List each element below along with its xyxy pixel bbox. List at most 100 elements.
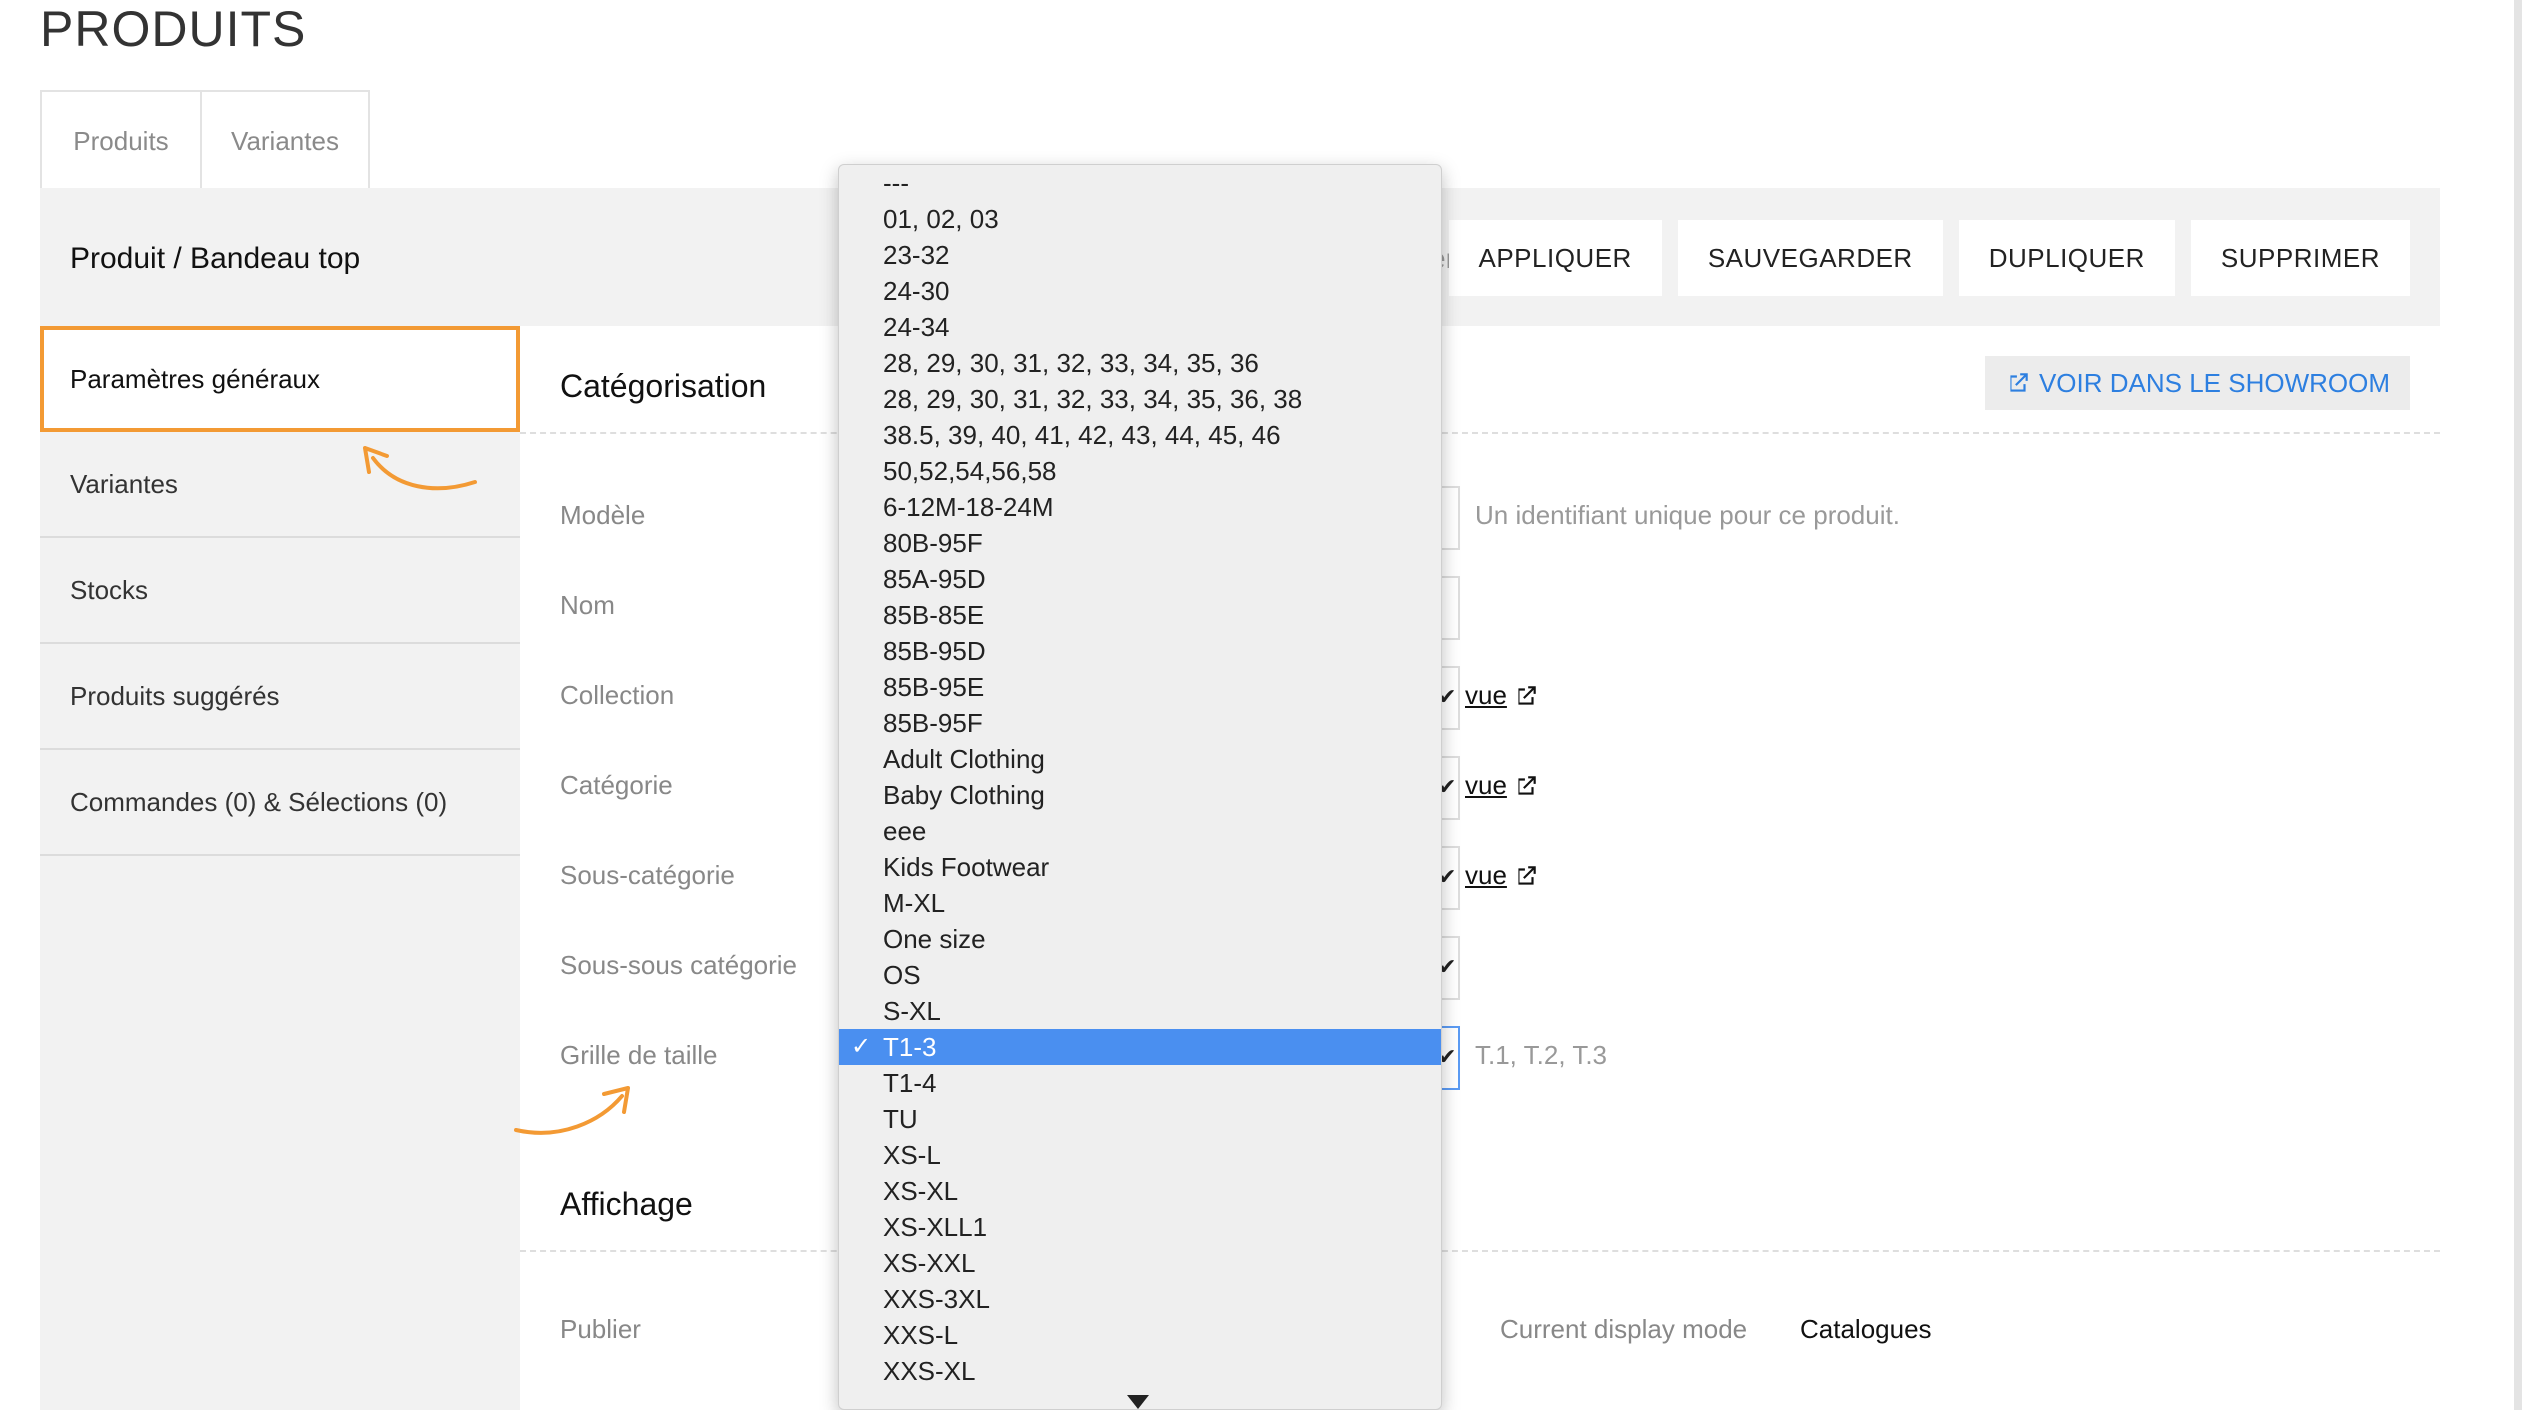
nom-input[interactable] (1440, 576, 1460, 640)
field-label-sous-categorie: Sous-catégorie (560, 860, 735, 890)
delete-button[interactable]: SUPPRIMER (2190, 220, 2410, 296)
modele-input[interactable] (1440, 486, 1460, 550)
size-grid-option-label: 85B-95D (883, 636, 986, 666)
size-grid-option-list: --- 01, 02, 03 23-32 24-30 24-34 28, 29, 30, … (839, 165, 1441, 1389)
annotation-arrow-icon (363, 446, 477, 491)
size-grid-option[interactable]: XXS-XL (839, 1353, 1441, 1389)
section-divider (520, 1250, 2440, 1252)
size-grid-option-label: 24-34 (883, 312, 950, 342)
size-grid-option[interactable]: 6-12M-18-24M (839, 489, 1441, 525)
size-grid-option-label: TU (883, 1104, 918, 1134)
size-grid-option-label: XXS-XL (883, 1356, 976, 1386)
field-label-publier: Publier (560, 1314, 641, 1344)
apply-button[interactable]: APPLIQUER (1448, 220, 1662, 296)
size-grid-option-label: 6-12M-18-24M (883, 492, 1054, 522)
field-label-categorie: Catégorie (560, 770, 673, 800)
header-actions: APPLIQUER SAUVEGARDER DUPLIQUER SUPPRIME… (1448, 220, 2410, 296)
size-grid-option[interactable]: 85A-95D (839, 561, 1441, 597)
grille-taille-help: T.1, T.2, T.3 (1475, 1040, 1608, 1070)
size-grid-option[interactable]: OS (839, 957, 1441, 993)
field-label-grille-taille: Grille de taille (560, 1040, 718, 1070)
size-grid-option[interactable]: 38.5, 39, 40, 41, 42, 43, 44, 45, 46 (839, 417, 1441, 453)
size-grid-option-label: 50,52,54,56,58 (883, 456, 1057, 486)
size-grid-option[interactable]: 24-30 (839, 273, 1441, 309)
size-grid-option-label: 28, 29, 30, 31, 32, 33, 34, 35, 36 (883, 348, 1259, 378)
size-grid-dropdown[interactable]: --- 01, 02, 03 23-32 24-30 24-34 28, 29, 30, … (838, 164, 1442, 1410)
breadcrumb: Produit / Bandeau top (70, 242, 361, 275)
size-grid-option[interactable]: TU (839, 1101, 1441, 1137)
size-grid-option[interactable]: 80B-95F (839, 525, 1441, 561)
size-grid-option-label: OS (883, 960, 921, 990)
scroll-down-arrow-icon[interactable] (1127, 1395, 1149, 1409)
affichage-title: Affichage (560, 1186, 693, 1222)
size-grid-option[interactable]: T1-4 (839, 1065, 1441, 1101)
size-grid-option[interactable]: 85B-85E (839, 597, 1441, 633)
size-grid-option[interactable]: 85B-95F (839, 705, 1441, 741)
size-grid-option[interactable]: 01, 02, 03 (839, 201, 1441, 237)
size-grid-option[interactable]: Baby Clothing (839, 777, 1441, 813)
sidebar-item-orders-selections[interactable]: Commandes (0) & Sélections (0) (40, 750, 520, 856)
size-grid-option[interactable]: XS-XLL1 (839, 1209, 1441, 1245)
size-grid-option-label: 85B-95F (883, 708, 983, 738)
size-grid-option[interactable]: 24-34 (839, 309, 1441, 345)
size-grid-option-label: S-XL (883, 996, 941, 1026)
size-grid-option[interactable]: S-XL (839, 993, 1441, 1029)
size-grid-option-label: Baby Clothing (883, 780, 1045, 810)
size-grid-option[interactable]: 85B-95E (839, 669, 1441, 705)
size-grid-option[interactable]: 28, 29, 30, 31, 32, 33, 34, 35, 36, 38 (839, 381, 1441, 417)
external-link-icon (2010, 373, 2028, 392)
size-grid-option[interactable]: XXS-L (839, 1317, 1441, 1353)
size-grid-option-label: Adult Clothing (883, 744, 1045, 774)
size-grid-option[interactable]: XS-XL (839, 1173, 1441, 1209)
external-link-icon (1518, 775, 1536, 795)
page-scrollbar[interactable] (2514, 0, 2522, 1410)
size-grid-option[interactable]: --- (839, 165, 1441, 201)
size-grid-option-label: XXS-L (883, 1320, 959, 1350)
size-grid-option[interactable]: Adult Clothing (839, 741, 1441, 777)
size-grid-option[interactable]: XS-XXL (839, 1245, 1441, 1281)
showroom-button[interactable]: VOIR DANS LE SHOWROOM (1984, 356, 2410, 410)
main-content: Catégorisation VOIR DANS LE SHOWROOM Mod… (520, 326, 2440, 1410)
field-label-modele: Modèle (560, 500, 646, 530)
size-grid-option[interactable]: 50,52,54,56,58 (839, 453, 1441, 489)
size-grid-option-label: 01, 02, 03 (883, 204, 999, 234)
collection-view-link-label: vue (1465, 680, 1507, 710)
size-grid-option[interactable]: Kids Footwear (839, 849, 1441, 885)
duplicate-button[interactable]: DUPLIQUER (1958, 220, 2175, 296)
display-mode-label: Current display mode (1500, 1314, 1748, 1344)
size-grid-option-label: 28, 29, 30, 31, 32, 33, 34, 35, 36, 38 (883, 384, 1303, 414)
size-grid-option[interactable]: 23-32 (839, 237, 1441, 273)
size-grid-option[interactable]: XS-L (839, 1137, 1441, 1173)
tab-produits[interactable]: Produits (40, 90, 202, 190)
size-grid-option-label: XS-XXL (883, 1248, 976, 1278)
tab-variantes[interactable]: Variantes (202, 90, 370, 190)
categorie-view-link[interactable]: vue (1465, 770, 1539, 801)
size-grid-option[interactable]: 85B-95D (839, 633, 1441, 669)
size-grid-option-selected[interactable]: ✓ T1-3 (839, 1029, 1441, 1065)
field-label-collection: Collection (560, 680, 675, 710)
collection-view-link[interactable]: vue (1465, 680, 1539, 711)
size-grid-option-label: eee (883, 816, 927, 846)
sidebar-item-stocks[interactable]: Stocks (40, 538, 520, 644)
size-grid-option-label: T1-3 (883, 1032, 937, 1062)
size-grid-option[interactable]: XXS-3XL (839, 1281, 1441, 1317)
size-grid-option-label: --- (883, 168, 909, 198)
categorie-view-link-label: vue (1465, 770, 1507, 800)
page-title: PRODUITS (40, 1, 307, 57)
section-divider (520, 432, 2440, 434)
annotation-arrow-icon (514, 1086, 630, 1135)
size-grid-option-label: 24-30 (883, 276, 950, 306)
sous-categorie-view-link-label: vue (1465, 860, 1507, 890)
save-button[interactable]: SAUVEGARDER (1677, 220, 1943, 296)
sidebar-item-general-settings[interactable]: Paramètres généraux (40, 326, 520, 432)
size-grid-option-label: XXS-3XL (883, 1284, 990, 1314)
size-grid-option[interactable]: 28, 29, 30, 31, 32, 33, 34, 35, 36 (839, 345, 1441, 381)
checkmark-icon: ✓ (851, 1033, 872, 1060)
size-grid-option[interactable]: M-XL (839, 885, 1441, 921)
external-link-icon (1518, 865, 1536, 885)
external-link-icon (1518, 685, 1536, 705)
size-grid-option[interactable]: One size (839, 921, 1441, 957)
sidebar-item-suggested-products[interactable]: Produits suggérés (40, 644, 520, 750)
size-grid-option[interactable]: eee (839, 813, 1441, 849)
sous-categorie-view-link[interactable]: vue (1465, 860, 1539, 891)
